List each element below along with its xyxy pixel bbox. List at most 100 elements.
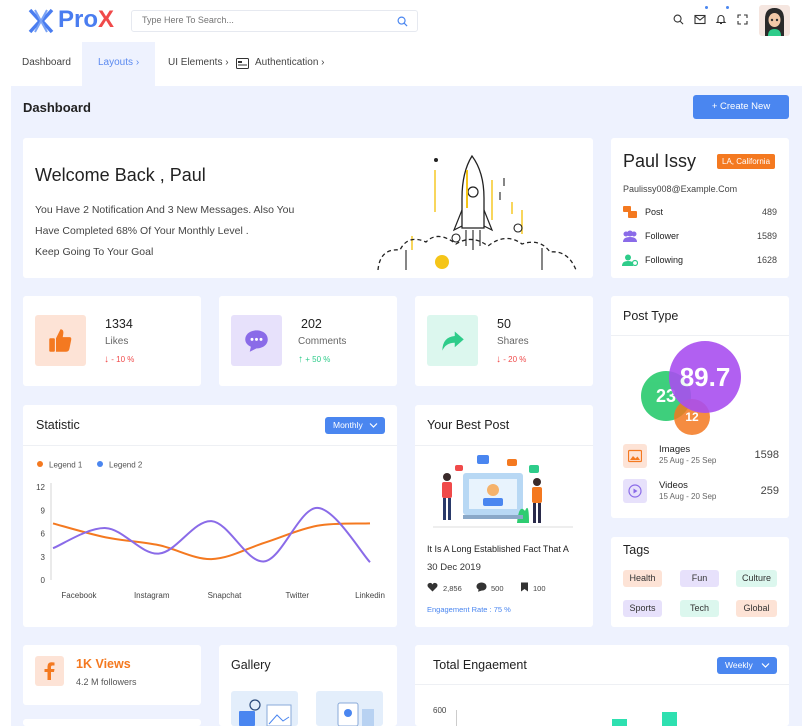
best-post-image [433,455,573,528]
best-post-headline[interactable]: It Is A Long Established Fact That A [427,544,569,554]
nav-ui-elements[interactable]: UI Elements › [168,42,229,86]
trend-value: - 10 % [111,355,135,364]
logo-suffix: X [98,6,115,33]
shares-label: Shares [497,336,529,347]
y-tick-label: 0 [41,576,46,585]
images-icon-box [623,444,647,468]
top-nav: Dashboard Layouts › UI Elements › Authen… [0,42,810,86]
tag-sports[interactable]: Sports [623,600,662,617]
likes-label: Likes [105,336,129,347]
bell-icon[interactable] [715,13,727,25]
welcome-line: Have Completed 68% Of Your Monthly Level… [35,225,249,237]
y-tick-label: 9 [41,506,46,515]
post-icon [623,206,637,218]
likes-value: 2,856 [443,584,462,593]
y-tick-label: 12 [36,483,45,492]
y-tick-label: 3 [41,553,46,562]
comments-count: 202 [301,317,322,331]
comment-icon[interactable] [476,582,487,592]
trend-value: + 50 % [305,355,331,364]
chevron-down-icon [761,663,770,668]
facebook-icon-box [35,656,64,686]
divider [415,445,593,446]
app-logo[interactable]: ProX [58,6,114,34]
trend-value: - 20 % [503,355,527,364]
comments-label: Comments [298,336,347,347]
dropdown-label: Weekly [725,660,753,670]
auth-card-icon [236,58,249,69]
videos-count: 259 [760,485,779,497]
legend-label-1: Legend 1 [49,461,83,470]
nav-label: Authentication [255,57,319,68]
thumbs-up-icon [49,329,72,352]
x-tick-label: Snapchat [208,591,243,600]
gallery-thumbnail-2[interactable] [316,691,383,726]
page-title: Dashboard [23,100,91,115]
x-tick-label: Twitter [285,591,309,600]
welcome-title: Welcome Back , Paul [35,165,206,185]
prox-logo-icon[interactable] [26,6,56,36]
tag-tech[interactable]: Tech [680,600,719,617]
search-icon[interactable] [673,14,684,25]
heart-icon[interactable] [427,582,438,592]
tag-fun[interactable]: Fun [680,570,719,587]
weekly-dropdown[interactable]: Weekly [717,657,777,674]
bookmark-icon[interactable] [520,582,529,592]
best-post-title: Your Best Post [427,418,510,432]
likes-trend: ↓ - 10 % [104,354,134,365]
user-avatar[interactable] [759,5,790,36]
nav-layouts[interactable]: Layouts › [82,42,155,86]
engagement-ytick: 600 [433,706,447,715]
series-line-2 [52,506,371,563]
y-tick-label: 6 [41,530,46,539]
profile-stat-label: Following [645,255,684,265]
post-type-title: Post Type [623,309,679,323]
nav-dashboard[interactable]: Dashboard [22,42,71,86]
profile-name: Paul Issy [623,151,697,171]
bookmarks-value: 100 [533,584,546,593]
legend-marker-2 [97,461,103,467]
search-icon[interactable] [397,16,408,27]
divider [415,684,789,685]
videos-dates: 15 Aug - 20 Sep [659,492,717,501]
mail-icon[interactable] [694,14,706,25]
welcome-line: Keep Going To Your Goal [35,246,154,258]
chart-series [52,506,371,563]
videos-icon-box [623,479,647,503]
dropdown-label: Monthly [333,420,363,430]
comment-icon [245,330,268,352]
create-new-button[interactable]: + Create New [693,95,789,119]
bell-badge-dot [726,6,729,9]
gallery-thumbnail-1[interactable] [231,691,298,726]
comments-value: 500 [491,584,504,593]
y-axis: 0 3 6 9 12 [36,483,45,585]
divider [23,445,397,446]
shares-icon-box [427,315,478,366]
tag-culture[interactable]: Culture [736,570,777,587]
videos-label: Videos [659,480,688,491]
legend-label-2: Legend 2 [109,461,143,470]
images-label: Images [659,444,691,455]
tag-health[interactable]: Health [623,570,662,587]
chevron-right-icon: › [225,57,229,68]
profile-stat-label: Post [645,207,664,217]
nav-authentication[interactable]: Authentication › [255,42,325,86]
likes-icon-box [35,315,86,366]
shares-count: 50 [497,317,511,331]
divider [611,335,789,336]
chevron-right-icon: › [135,57,140,68]
search-box[interactable] [131,10,418,32]
comments-icon-box [231,315,282,366]
profile-stat-label: Follower [645,231,680,241]
views-count: 1K Views [76,657,131,671]
x-tick-label: Facebook [61,591,97,600]
search-input[interactable] [142,15,382,25]
engagement-bar [612,719,627,726]
monthly-dropdown[interactable]: Monthly [325,417,385,434]
chart-legend: Legend 1 Legend 2 [37,461,143,470]
following-icon [622,254,638,266]
tag-global[interactable]: Global [736,600,777,617]
engagement-title: Total Engaement [433,658,527,672]
fullscreen-icon[interactable] [737,14,748,25]
engagement-y-axis [456,710,457,726]
